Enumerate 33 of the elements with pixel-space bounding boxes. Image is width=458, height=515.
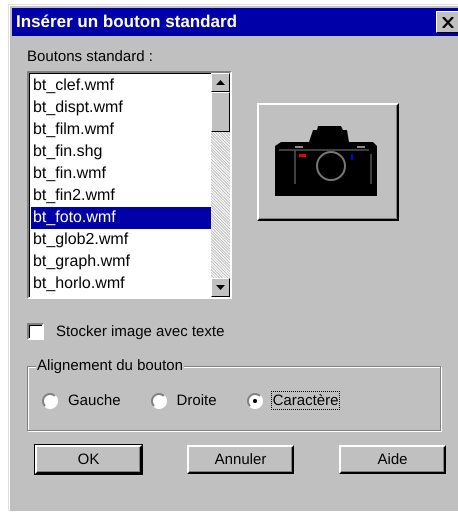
down-arrow-icon bbox=[216, 285, 225, 290]
up-arrow-icon bbox=[216, 80, 225, 85]
radio-label: Gauche bbox=[67, 391, 122, 410]
scroll-up-button[interactable] bbox=[211, 73, 230, 92]
window-title: Insérer un bouton standard bbox=[16, 12, 238, 32]
radio-label: Droite bbox=[176, 391, 218, 410]
scrollbar-track[interactable] bbox=[211, 73, 230, 297]
scroll-down-button[interactable] bbox=[211, 278, 230, 297]
list-label: Boutons standard : bbox=[27, 48, 154, 65]
list-item[interactable]: bt_dispt.wmf bbox=[31, 97, 211, 119]
checkbox-label: Stocker image avec texte bbox=[56, 323, 224, 340]
list-item[interactable]: bt_clef.wmf bbox=[31, 75, 211, 97]
radio-button[interactable] bbox=[150, 392, 167, 408]
close-icon bbox=[442, 16, 454, 28]
radio-button[interactable] bbox=[246, 392, 263, 408]
dialog-button[interactable]: Annuler bbox=[187, 445, 294, 474]
list-item[interactable]: bt_horlo.wmf bbox=[31, 273, 211, 295]
list-item[interactable]: bt_film.wmf bbox=[31, 119, 211, 141]
list-item[interactable]: bt_fin.shg bbox=[31, 141, 211, 163]
list-item[interactable]: bt_foto.wmf bbox=[31, 207, 211, 229]
group-title: Alignement du bouton bbox=[36, 357, 184, 374]
dialog-button[interactable]: OK bbox=[35, 445, 142, 474]
checkbox[interactable] bbox=[27, 323, 44, 340]
list-item[interactable]: bt_fin2.wmf bbox=[31, 185, 211, 207]
list-item[interactable]: bt_fin.wmf bbox=[31, 163, 211, 185]
dialog-button[interactable]: Aide bbox=[339, 445, 446, 474]
file-list[interactable]: bt_clef.wmf bt_dispt.wmf bt_film.wmf bt_fin.shg bt_fin.wmf bt_fin2.wmf bt_foto.wmf bt_glob2.wmf bt_graph.wmf bt_horlo.wmf bbox=[27, 71, 232, 299]
list-item[interactable]: bt_glob2.wmf bbox=[31, 229, 211, 251]
list-item[interactable]: bt_graph.wmf bbox=[31, 251, 211, 273]
radio-button[interactable] bbox=[42, 392, 58, 408]
radio-label: Caractère bbox=[270, 391, 340, 410]
scroll-thumb[interactable] bbox=[211, 92, 230, 132]
close-button[interactable] bbox=[436, 11, 458, 33]
